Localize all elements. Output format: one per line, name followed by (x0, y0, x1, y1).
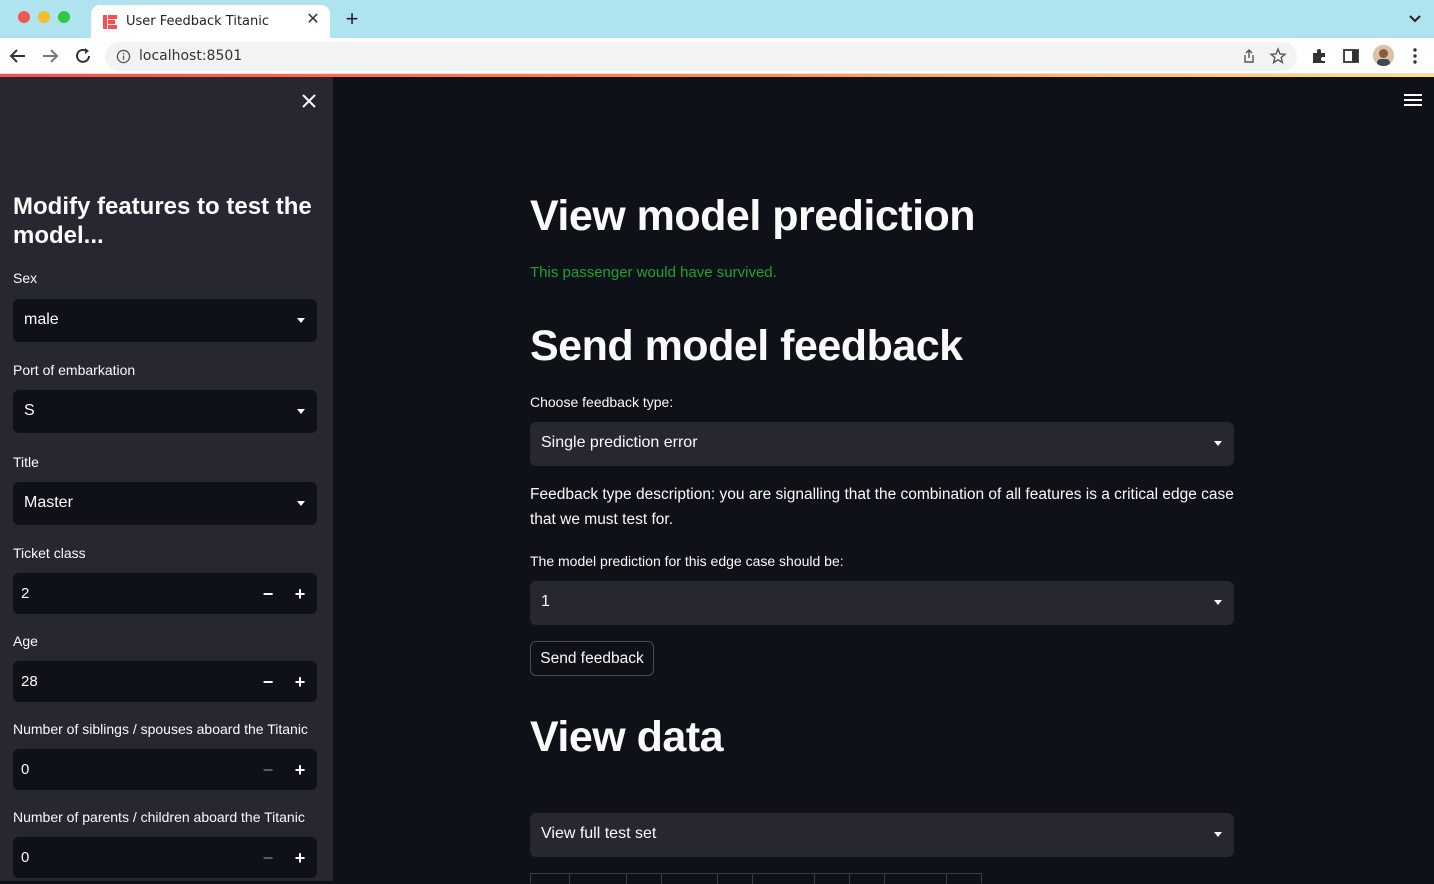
sidebar: Modify features to test the model... Sex… (0, 77, 333, 881)
window-maximize-button[interactable] (58, 11, 70, 23)
siblings-spouses-increment-button[interactable]: + (285, 755, 315, 785)
edge-case-value: 1 (541, 593, 550, 610)
age-label: Age (13, 633, 38, 649)
reload-icon[interactable] (73, 46, 93, 66)
feedback-type-label: Choose feedback type: (530, 394, 674, 410)
embarkation-select[interactable]: S (13, 390, 317, 433)
ticket-class-decrement-button[interactable]: − (253, 579, 283, 609)
sex-label: Sex (13, 270, 38, 286)
age-increment-button[interactable]: + (285, 667, 315, 697)
sidebar-close-icon[interactable] (299, 91, 319, 111)
sex-select[interactable]: male (13, 299, 317, 342)
window-minimize-button[interactable] (38, 11, 50, 23)
table-column-divider (849, 874, 850, 884)
caret-down-icon (1214, 441, 1222, 446)
side-panel-icon[interactable] (1342, 47, 1360, 65)
table-column-divider (752, 874, 753, 884)
parents-children-input[interactable]: 0 − + (13, 837, 317, 878)
title-select-value: Master (24, 494, 73, 511)
address-bar[interactable]: localhost:8501 (105, 42, 1297, 71)
edge-case-select[interactable]: 1 (530, 581, 1234, 625)
age-input[interactable]: 28 − + (13, 661, 317, 702)
ticket-class-increment-button[interactable]: + (285, 579, 315, 609)
window-close-button[interactable] (18, 11, 30, 23)
data-view-select[interactable]: View full test set (530, 813, 1234, 857)
extensions-puzzle-icon[interactable] (1310, 47, 1328, 65)
siblings-spouses-label: Number of siblings / spouses aboard the … (13, 721, 308, 737)
feedback-type-value: Single prediction error (541, 434, 698, 451)
age-decrement-button[interactable]: − (253, 667, 283, 697)
parents-children-increment-button[interactable]: + (285, 843, 315, 873)
share-icon[interactable] (1241, 48, 1257, 64)
age-value: 28 (21, 673, 38, 690)
parents-children-decrement-button[interactable]: − (253, 843, 283, 873)
caret-down-icon (1214, 832, 1222, 837)
table-column-divider (814, 874, 815, 884)
title-select[interactable]: Master (13, 482, 317, 525)
table-column-divider (884, 874, 885, 884)
new-tab-button[interactable]: + (341, 8, 363, 30)
data-section-title: View data (530, 713, 724, 761)
table-column-divider (717, 874, 718, 884)
embarkation-select-value: S (24, 402, 35, 419)
ticket-class-input[interactable]: 2 − + (13, 573, 317, 614)
caret-down-icon (297, 501, 305, 506)
sidebar-heading: Modify features to test the model... (13, 193, 312, 249)
siblings-spouses-value: 0 (21, 761, 30, 778)
caret-down-icon (297, 409, 305, 414)
browser-tab-strip: User Feedback Titanic ✕ + (0, 0, 1434, 38)
forward-arrow-icon[interactable] (40, 46, 60, 66)
url-text: localhost:8501 (139, 48, 243, 64)
profile-avatar[interactable] (1373, 45, 1394, 66)
chevron-down-icon[interactable] (1408, 12, 1422, 26)
title-label: Title (13, 454, 39, 470)
sex-select-value: male (24, 311, 59, 328)
ticket-class-label: Ticket class (13, 545, 86, 561)
table-column-divider (626, 874, 627, 884)
back-arrow-icon[interactable] (8, 46, 28, 66)
edge-case-label: The model prediction for this edge case … (530, 553, 844, 569)
hamburger-menu-icon[interactable] (1404, 93, 1422, 107)
bookmark-star-icon[interactable] (1269, 47, 1287, 65)
embarkation-label: Port of embarkation (13, 362, 136, 378)
prediction-result-text: This passenger would have survived. (530, 264, 777, 281)
siblings-spouses-decrement-button[interactable]: − (253, 755, 283, 785)
prediction-section-title: View model prediction (530, 192, 976, 240)
caret-down-icon (1214, 600, 1222, 605)
site-info-icon[interactable] (116, 49, 131, 64)
send-feedback-button[interactable]: Send feedback (530, 641, 654, 676)
ticket-class-value: 2 (21, 585, 30, 602)
data-view-value: View full test set (541, 825, 657, 842)
table-column-divider (569, 874, 570, 884)
data-table (530, 873, 982, 884)
streamlit-favicon-icon (103, 15, 117, 29)
tab-title: User Feedback Titanic (126, 14, 270, 29)
feedback-type-select[interactable]: Single prediction error (530, 422, 1234, 466)
table-column-divider (661, 874, 662, 884)
caret-down-icon (297, 318, 305, 323)
browser-menu-icon[interactable] (1407, 47, 1423, 65)
browser-tab[interactable]: User Feedback Titanic ✕ (91, 5, 330, 38)
table-column-divider (946, 874, 947, 884)
parents-children-label: Number of parents / children aboard the … (13, 809, 305, 825)
avatar-face-icon (1373, 45, 1394, 66)
siblings-spouses-input[interactable]: 0 − + (13, 749, 317, 790)
parents-children-value: 0 (21, 849, 30, 866)
browser-toolbar: localhost:8501 (0, 38, 1434, 74)
feedback-section-title: Send model feedback (530, 322, 963, 370)
feedback-description: Feedback type description: you are signa… (530, 486, 1234, 528)
tab-close-icon[interactable]: ✕ (304, 11, 322, 29)
